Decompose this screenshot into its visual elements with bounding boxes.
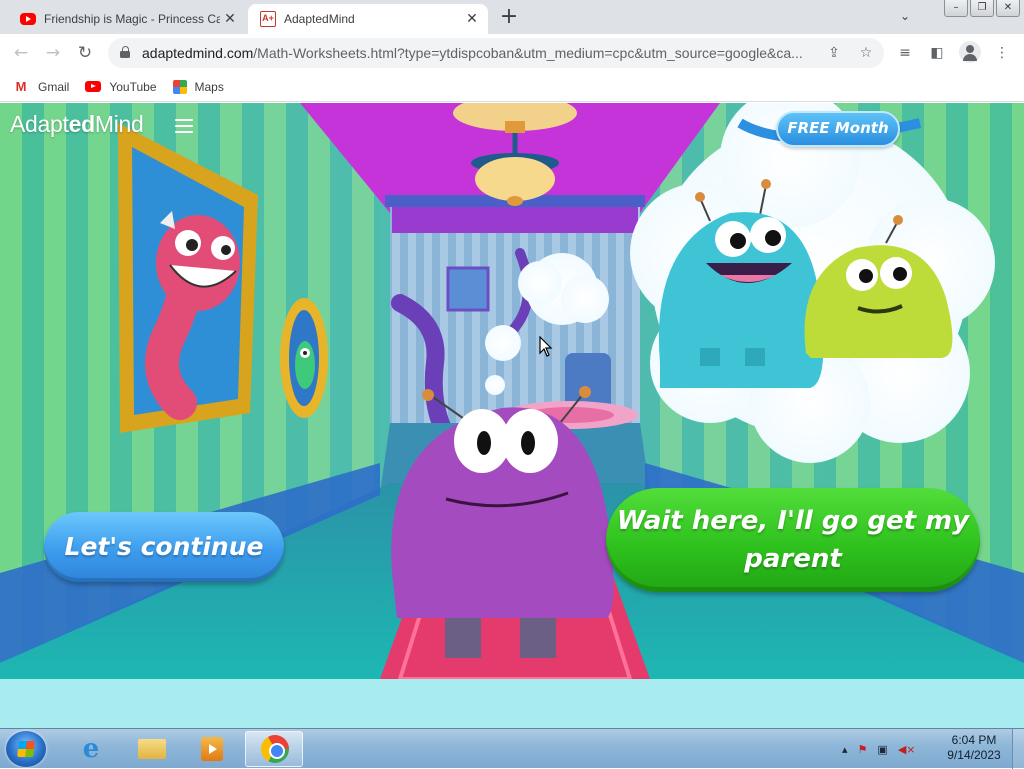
bookmark-label: Gmail	[38, 79, 70, 94]
profile-avatar-icon[interactable]	[959, 41, 981, 63]
close-tab-icon[interactable]: ✕	[220, 9, 240, 29]
restore-button[interactable]: ❐	[970, 0, 994, 17]
bookmarks-bar: M Gmail YouTube Maps	[0, 72, 1024, 102]
window-controls: – ❐ ✕	[942, 0, 1020, 18]
youtube-icon	[85, 81, 102, 92]
show-desktop-button[interactable]	[1012, 729, 1024, 769]
maps-icon	[172, 79, 187, 94]
taskbar-clock[interactable]: 6:04 PM 9/14/2023	[940, 733, 1008, 763]
new-tab-button[interactable]: +	[497, 6, 521, 30]
start-button[interactable]	[6, 731, 46, 767]
tab-title: AdaptedMind	[284, 12, 355, 26]
minimize-button[interactable]: –	[944, 0, 968, 17]
kebab-menu-icon[interactable]: ⋮	[992, 43, 1012, 63]
reload-icon[interactable]: ↻	[72, 40, 98, 66]
bookmark-star-icon[interactable]: ☆	[856, 43, 876, 63]
adaptedmind-icon: A+	[260, 11, 276, 27]
volume-muted-icon[interactable]: ◀×	[898, 743, 916, 756]
taskbar-media-player[interactable]	[182, 731, 240, 767]
bookmark-label: YouTube	[109, 79, 157, 94]
tab-youtube[interactable]: Friendship is Magic - Princess Ca ✕	[8, 4, 246, 34]
forward-arrow-icon[interactable]: →	[40, 40, 66, 66]
bookmark-youtube[interactable]: YouTube	[85, 79, 157, 94]
mouse-cursor-icon	[539, 336, 553, 357]
get-parent-button[interactable]: Wait here, I'll go get my parent	[606, 488, 980, 592]
media-queue-icon[interactable]: ≡	[895, 43, 915, 63]
network-icon[interactable]: ▣	[877, 743, 887, 756]
ceiling-lamp-2	[475, 157, 555, 201]
tab-search-chevron-icon[interactable]: ⌄	[896, 9, 914, 27]
lock-icon[interactable]	[120, 46, 130, 58]
bookmark-maps[interactable]: Maps	[172, 79, 224, 94]
taskbar-internet-explorer[interactable]: e	[62, 731, 120, 767]
show-hidden-icons-icon[interactable]: ▴	[842, 743, 848, 756]
side-panel-icon[interactable]: ◧	[927, 43, 947, 63]
internet-explorer-icon: e	[82, 734, 100, 764]
tab-adaptedmind[interactable]: A+ AdaptedMind ✕	[248, 4, 488, 34]
taskbar-chrome[interactable]	[245, 731, 303, 767]
tab-strip: Friendship is Magic - Princess Ca ✕ A+ A…	[0, 0, 1024, 34]
clock-date: 9/14/2023	[947, 748, 1001, 762]
youtube-icon	[20, 13, 36, 25]
tab-title: Friendship is Magic - Princess Ca	[44, 12, 220, 26]
adaptedmind-logo[interactable]: AdaptedMind	[10, 111, 144, 138]
folder-icon	[138, 739, 166, 759]
hamburger-menu-icon[interactable]	[175, 119, 193, 133]
url-text[interactable]: adaptedmind.com/Math-Worksheets.html?typ…	[142, 45, 822, 61]
gmail-icon: M	[15, 78, 27, 94]
share-icon[interactable]: ⇪	[824, 43, 844, 63]
address-bar[interactable]: adaptedmind.com/Math-Worksheets.html?typ…	[108, 38, 884, 68]
hallway-scene-illustration	[0, 103, 1024, 679]
free-month-button[interactable]: FREE Month	[776, 111, 900, 147]
close-tab-icon[interactable]: ✕	[462, 9, 482, 29]
green-monster-oval-portrait	[280, 298, 328, 418]
bookmark-gmail[interactable]: M Gmail	[12, 78, 70, 94]
chrome-icon	[261, 735, 289, 763]
clock-time: 6:04 PM	[951, 733, 997, 747]
system-tray: ▴ ⚑ ▣ ◀×	[842, 739, 926, 759]
browser-toolbar: ← → ↻ adaptedmind.com/Math-Worksheets.ht…	[0, 34, 1024, 72]
bookmark-label: Maps	[194, 79, 224, 94]
page-viewport: AdaptedMind FREE Month Let's continue Wa…	[0, 103, 1024, 728]
taskbar-file-explorer[interactable]	[122, 731, 180, 767]
close-window-button[interactable]: ✕	[996, 0, 1020, 17]
windows-taskbar: e ▴ ⚑ ▣ ◀× 6:04 PM 9/14/2023	[0, 728, 1024, 769]
media-player-icon	[201, 737, 223, 761]
back-arrow-icon[interactable]: ←	[8, 40, 34, 66]
lets-continue-button[interactable]: Let's continue	[44, 512, 284, 582]
action-center-icon[interactable]: ⚑	[858, 743, 868, 756]
